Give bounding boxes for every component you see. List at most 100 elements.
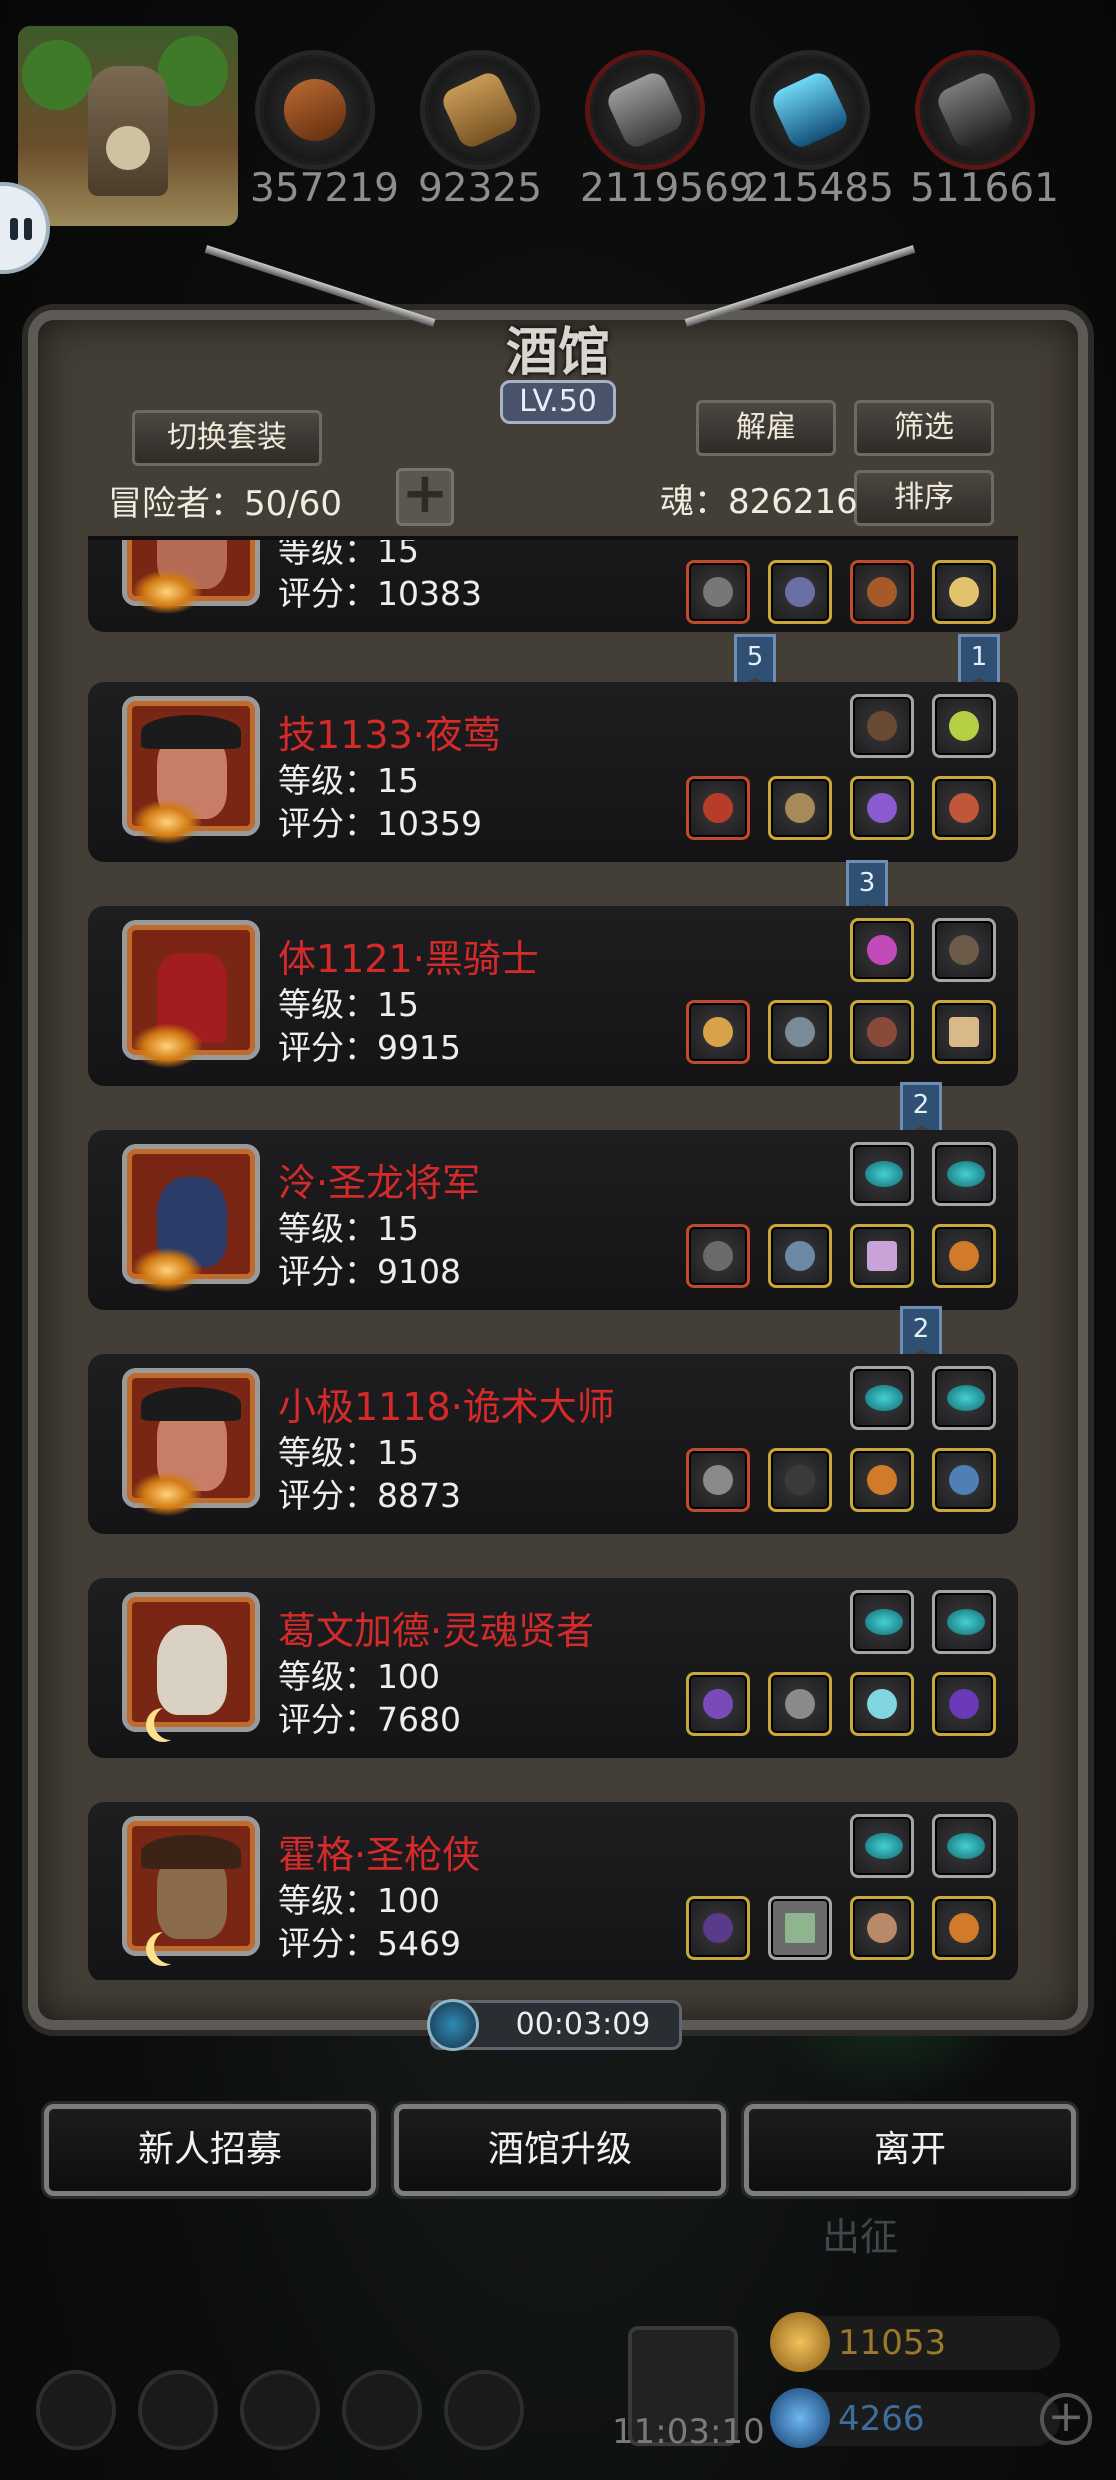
- adventurer-list[interactable]: 等级：15 评分：10383 5 1 技1133·夜莺 等级：15 评分：103…: [88, 540, 1018, 1980]
- lantern-icon[interactable]: [932, 694, 996, 758]
- adventurer-level: 等级：15: [278, 985, 419, 1024]
- resource-crystal[interactable]: 215485: [745, 50, 894, 211]
- armor-icon[interactable]: [768, 1000, 832, 1064]
- gem-amount: 4266: [838, 2399, 925, 2439]
- mask-icon[interactable]: [850, 1896, 914, 1960]
- robe-icon[interactable]: [768, 1672, 832, 1736]
- bracer-icon[interactable]: [932, 918, 996, 982]
- ring-icon[interactable]: [932, 1224, 996, 1288]
- empty-armor-slot-icon[interactable]: [768, 1896, 832, 1960]
- adventurer-score: 评分：9108: [278, 1252, 461, 1291]
- sword-icon[interactable]: [686, 776, 750, 840]
- adventurer-portrait: [122, 1816, 260, 1956]
- adventurer-card[interactable]: 技1133·夜莺 等级：15 评分：10359: [88, 682, 1018, 862]
- adventurer-level: 等级：15: [278, 1209, 419, 1248]
- bracelet-icon[interactable]: [932, 1448, 996, 1512]
- ring-icon[interactable]: [932, 1896, 996, 1960]
- gem-slot-icon[interactable]: [932, 1142, 996, 1206]
- add-adventurer-button[interactable]: +: [396, 466, 454, 526]
- ring-icon[interactable]: [932, 1672, 996, 1736]
- adventurer-card[interactable]: 葛文加德·灵魂贤者 等级：100 评分：7680: [88, 1578, 1018, 1758]
- greatsword-icon[interactable]: [686, 1224, 750, 1288]
- add-currency-button[interactable]: +: [1040, 2393, 1092, 2445]
- adventurer-count: 冒险者：50/60: [108, 484, 342, 524]
- resource-steel[interactable]: 511661: [910, 50, 1059, 211]
- player-avatar[interactable]: [18, 26, 238, 226]
- gem-slot-icon[interactable]: [850, 1590, 914, 1654]
- adventurer-card[interactable]: 等级：15 评分：10383: [88, 540, 1018, 632]
- switch-outfit-button[interactable]: 切换套装: [132, 410, 322, 466]
- gem-slot-icon[interactable]: [850, 1814, 914, 1878]
- ring-icon[interactable]: [850, 776, 914, 840]
- dismiss-button[interactable]: 解雇: [696, 400, 836, 456]
- heart-charm-icon[interactable]: [932, 776, 996, 840]
- shield-icon[interactable]: [850, 694, 914, 758]
- rank-star-icon: [132, 1248, 202, 1292]
- menu-mail-icon[interactable]: [342, 2370, 422, 2450]
- emblem-icon[interactable]: [850, 918, 914, 982]
- sword-icon[interactable]: [686, 1000, 750, 1064]
- gem-slot-icon[interactable]: [932, 1814, 996, 1878]
- adventurer-level: 等级：15: [278, 1433, 419, 1472]
- meat-icon: [255, 50, 375, 170]
- adventurer-score: 评分：10383: [278, 574, 482, 613]
- resource-crystal-value: 215485: [745, 166, 894, 211]
- elder-face-icon: [106, 126, 150, 170]
- rank-star-icon: [132, 800, 202, 844]
- gem-slot-icon[interactable]: [932, 1590, 996, 1654]
- palm-tree-icon: [22, 40, 92, 110]
- gold-amount: 11053: [838, 2323, 947, 2363]
- ring-icon[interactable]: [850, 1448, 914, 1512]
- sort-button[interactable]: 排序: [854, 470, 994, 526]
- tavern-level-badge: LV.50: [500, 380, 616, 424]
- ring-icon[interactable]: [932, 560, 996, 624]
- adventurer-name: 小极1118·诡术大师: [278, 1385, 615, 1429]
- tavern-refresh-timer: 00:03:09: [427, 1999, 682, 2051]
- tavern-upgrade-button[interactable]: 酒馆升级: [394, 2104, 726, 2196]
- iron-icon: [585, 50, 705, 170]
- recruit-button[interactable]: 新人招募: [44, 2104, 376, 2196]
- gold-coin-icon: [770, 2312, 830, 2372]
- filter-button[interactable]: 筛选: [854, 400, 994, 456]
- steel-icon: [915, 50, 1035, 170]
- resource-wood[interactable]: 92325: [415, 50, 545, 211]
- clock-time: 11:03:10: [612, 2412, 765, 2452]
- resource-wood-value: 92325: [417, 166, 543, 211]
- adventurer-card[interactable]: 泠·圣龙将军 等级：15 评分：9108: [88, 1130, 1018, 1310]
- adventurer-card[interactable]: 霍格·圣枪侠 等级：100 评分：5469: [88, 1802, 1018, 1980]
- menu-settings-icon[interactable]: [444, 2370, 524, 2450]
- menu-book-icon[interactable]: [240, 2370, 320, 2450]
- orb-icon[interactable]: [850, 1672, 914, 1736]
- resource-iron[interactable]: 2119569: [580, 50, 754, 211]
- gun-icon[interactable]: [686, 1896, 750, 1960]
- gem-slot-icon[interactable]: [850, 1366, 914, 1430]
- boots-icon[interactable]: [850, 1000, 914, 1064]
- menu-star-icon[interactable]: [138, 2370, 218, 2450]
- cloak-icon[interactable]: [768, 1448, 832, 1512]
- menu-gear-icon[interactable]: [36, 2370, 116, 2450]
- gem-currency: 4266: [770, 2388, 1060, 2448]
- armor-icon[interactable]: [768, 1224, 832, 1288]
- armor-icon[interactable]: [768, 776, 832, 840]
- adventurer-score: 评分：5469: [278, 1924, 461, 1963]
- rank-star-icon: [132, 1472, 202, 1516]
- adventurer-card[interactable]: 小极1118·诡术大师 等级：15 评分：8873: [88, 1354, 1018, 1534]
- dagger-icon[interactable]: [686, 1448, 750, 1512]
- mace-icon[interactable]: [686, 560, 750, 624]
- resource-meat[interactable]: 357219: [250, 50, 399, 211]
- crystal-icon: [750, 50, 870, 170]
- adventurer-name: 霍格·圣枪侠: [278, 1833, 481, 1877]
- rune-icon[interactable]: [850, 1224, 914, 1288]
- resource-iron-value: 2119569: [580, 166, 754, 211]
- amulet-icon[interactable]: [850, 560, 914, 624]
- armor-icon[interactable]: [768, 560, 832, 624]
- gem-slot-icon[interactable]: [932, 1366, 996, 1430]
- adventurer-card[interactable]: 体1121·黑骑士 等级：15 评分：9915: [88, 906, 1018, 1086]
- leave-button[interactable]: 离开: [744, 2104, 1076, 2196]
- scroll-icon[interactable]: [932, 1000, 996, 1064]
- gem-slot-icon[interactable]: [850, 1142, 914, 1206]
- adventurer-name: 葛文加德·灵魂贤者: [278, 1609, 595, 1653]
- resource-steel-value: 511661: [910, 166, 1059, 211]
- adventurer-score: 评分：9915: [278, 1028, 461, 1067]
- staff-icon[interactable]: [686, 1672, 750, 1736]
